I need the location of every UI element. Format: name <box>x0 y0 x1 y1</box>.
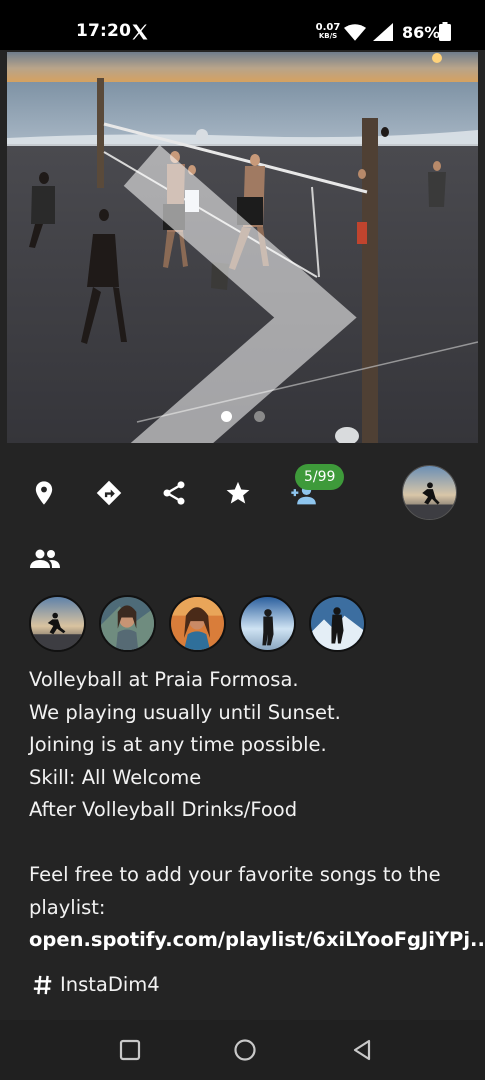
participant-avatar-1[interactable] <box>29 595 86 652</box>
participant-avatar-4[interactable] <box>239 595 296 652</box>
participant-avatar-image <box>31 597 84 650</box>
system-nav-bar <box>0 1020 485 1080</box>
net-speed: 0.07 KB/S <box>315 22 341 41</box>
status-bar: 17:20 0.07 KB/S 86% <box>0 0 485 50</box>
favorite-button[interactable] <box>221 476 255 510</box>
participant-avatar-image <box>241 597 294 650</box>
pager-dot-2[interactable] <box>253 411 265 422</box>
description-line: Feel free to add your favorite songs to … <box>29 863 441 886</box>
description-line: Volleyball at Praia Formosa. <box>29 668 299 691</box>
star-icon <box>226 481 250 504</box>
status-time: 17:20 <box>76 21 132 41</box>
description-line: We playing usually until Sunset. <box>29 700 341 724</box>
description-line <box>29 827 469 860</box>
participant-avatar-3[interactable] <box>169 595 226 652</box>
location-button[interactable] <box>27 476 61 510</box>
share-button[interactable] <box>157 476 191 510</box>
signal-icon <box>373 23 393 41</box>
x-logo-icon <box>132 24 148 40</box>
description-line: After Volleyball Drinks/Food <box>29 798 298 821</box>
event-card: 5/99 Volleyball at Praia Formosa. We pla… <box>0 50 485 1020</box>
back-icon[interactable] <box>350 1038 374 1062</box>
participant-avatar-2[interactable] <box>99 595 156 652</box>
directions-button[interactable] <box>92 476 126 510</box>
wifi-icon <box>344 24 366 41</box>
share-icon <box>163 481 185 505</box>
participant-avatar-5[interactable] <box>309 595 366 652</box>
photo-pager <box>7 411 478 422</box>
description-line: Skill: All Welcome <box>29 765 202 789</box>
playlist-link[interactable]: open.spotify.com/playlist/6xiLYooFgJiYPj… <box>29 924 485 957</box>
event-description: Volleyball at Praia Formosa. We playing … <box>29 664 485 957</box>
host-avatar-image <box>403 466 456 519</box>
event-photo[interactable] <box>7 52 478 443</box>
recent-apps-icon[interactable] <box>118 1038 142 1062</box>
location-pin-icon <box>35 481 53 505</box>
hashtag-label: InstaDim4 <box>60 973 160 996</box>
pager-dot-1[interactable] <box>220 411 232 422</box>
battery-percent: 86% <box>402 23 441 42</box>
participant-avatar-image <box>171 597 224 650</box>
participant-avatars <box>29 595 366 652</box>
directions-icon <box>96 480 122 506</box>
description-line: Joining is at any time possible. <box>29 733 327 756</box>
home-icon[interactable] <box>233 1038 257 1062</box>
participant-avatar-image <box>101 597 154 650</box>
participants-group-icon <box>30 549 60 568</box>
host-avatar[interactable] <box>402 465 457 520</box>
description-line: playlist: <box>29 895 106 919</box>
participant-count-badge: 5/99 <box>295 464 345 490</box>
next-photo-icon[interactable] <box>7 122 464 443</box>
hashtag-tag[interactable]: InstaDim4 <box>32 973 160 996</box>
hashtag-icon <box>33 975 52 994</box>
participant-avatar-image <box>311 597 364 650</box>
battery-icon <box>439 22 451 41</box>
